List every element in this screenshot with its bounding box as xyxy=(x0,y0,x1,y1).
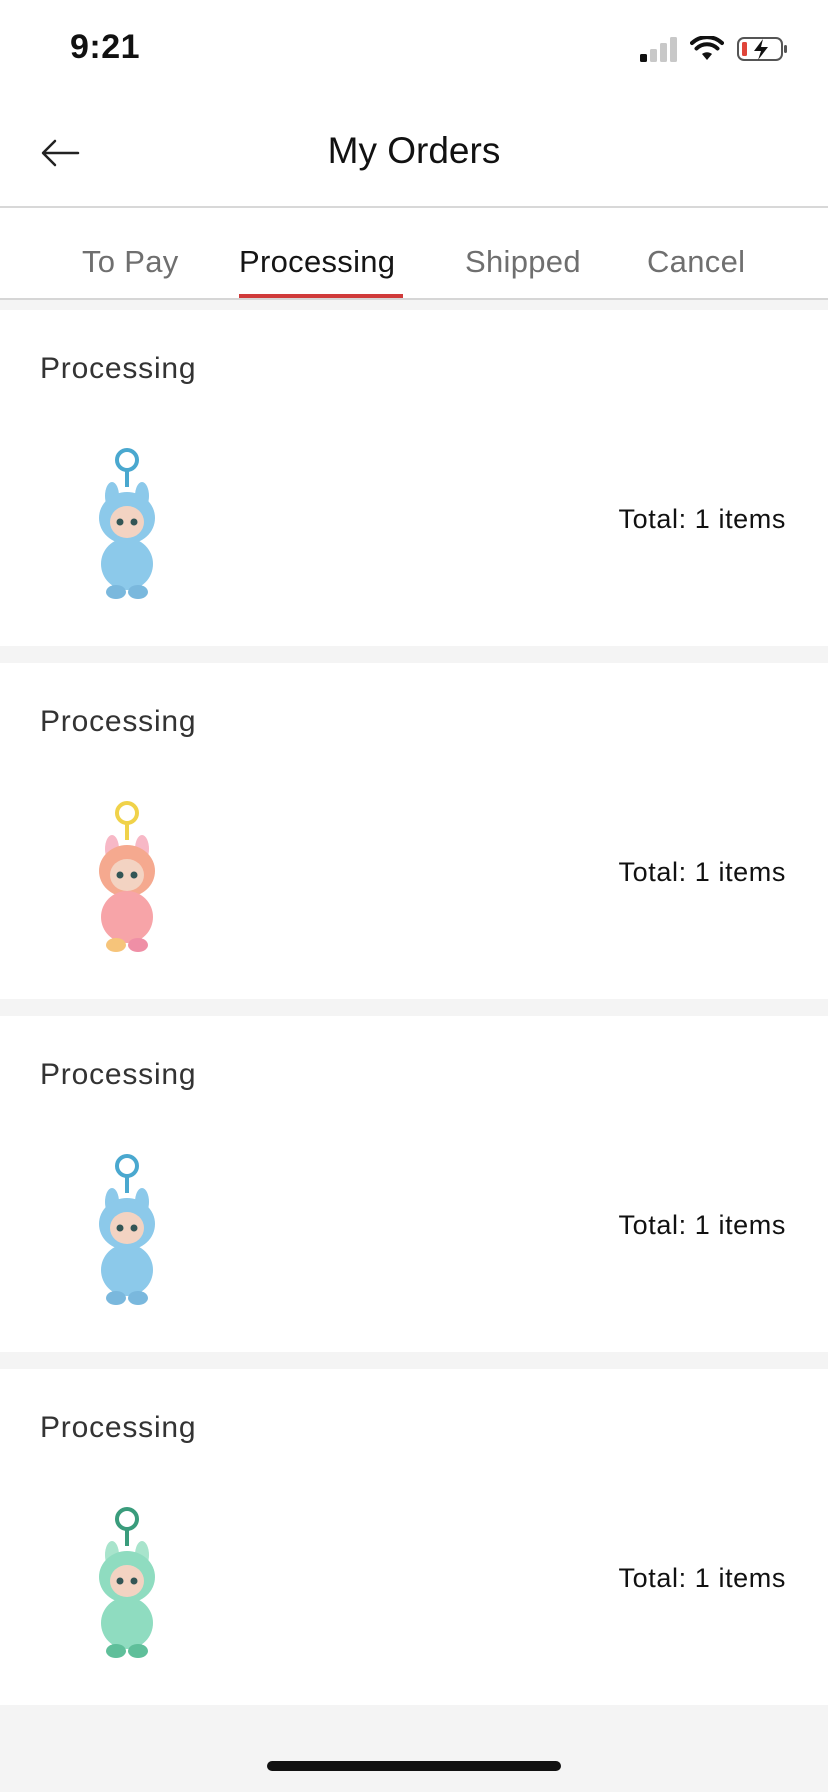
navigation-bar: My Orders xyxy=(0,100,828,208)
tab-processing[interactable]: Processing xyxy=(239,244,395,280)
order-status-tabs: To Pay Processing Shipped Cancel xyxy=(0,208,828,300)
tab-shipped[interactable]: Shipped xyxy=(465,244,581,280)
wifi-icon xyxy=(690,36,724,60)
cellular-signal-icon xyxy=(640,37,677,62)
order-total: Total: 1 items xyxy=(618,857,786,887)
order-total: Total: 1 items xyxy=(618,1210,786,1240)
active-tab-indicator xyxy=(239,294,403,298)
order-card[interactable]: Processing Total: 1 items xyxy=(0,310,828,646)
product-thumbnail xyxy=(99,801,155,952)
order-card[interactable]: Processing Total: 1 items xyxy=(0,1016,828,1352)
order-total: Total: 1 items xyxy=(618,1563,786,1593)
page-title: My Orders xyxy=(327,130,501,171)
product-thumbnail xyxy=(99,1154,155,1305)
order-total: Total: 1 items xyxy=(618,504,786,534)
order-status: Processing xyxy=(40,1058,197,1091)
order-status: Processing xyxy=(40,705,197,738)
status-bar: 9:21 xyxy=(0,0,828,100)
tab-to-pay[interactable]: To Pay xyxy=(82,244,179,280)
home-indicator xyxy=(267,1761,561,1771)
product-thumbnail xyxy=(99,1507,155,1658)
status-icons xyxy=(638,34,790,64)
battery-charging-icon xyxy=(737,37,787,61)
tab-cancel[interactable]: Cancel xyxy=(647,244,745,280)
order-status: Processing xyxy=(40,1411,197,1444)
order-status: Processing xyxy=(40,352,197,385)
product-thumbnail xyxy=(99,448,155,599)
order-card[interactable]: Processing Total: 1 items xyxy=(0,1369,828,1705)
status-time: 9:21 xyxy=(70,28,141,66)
order-card[interactable]: Processing Total: 1 items xyxy=(0,663,828,999)
